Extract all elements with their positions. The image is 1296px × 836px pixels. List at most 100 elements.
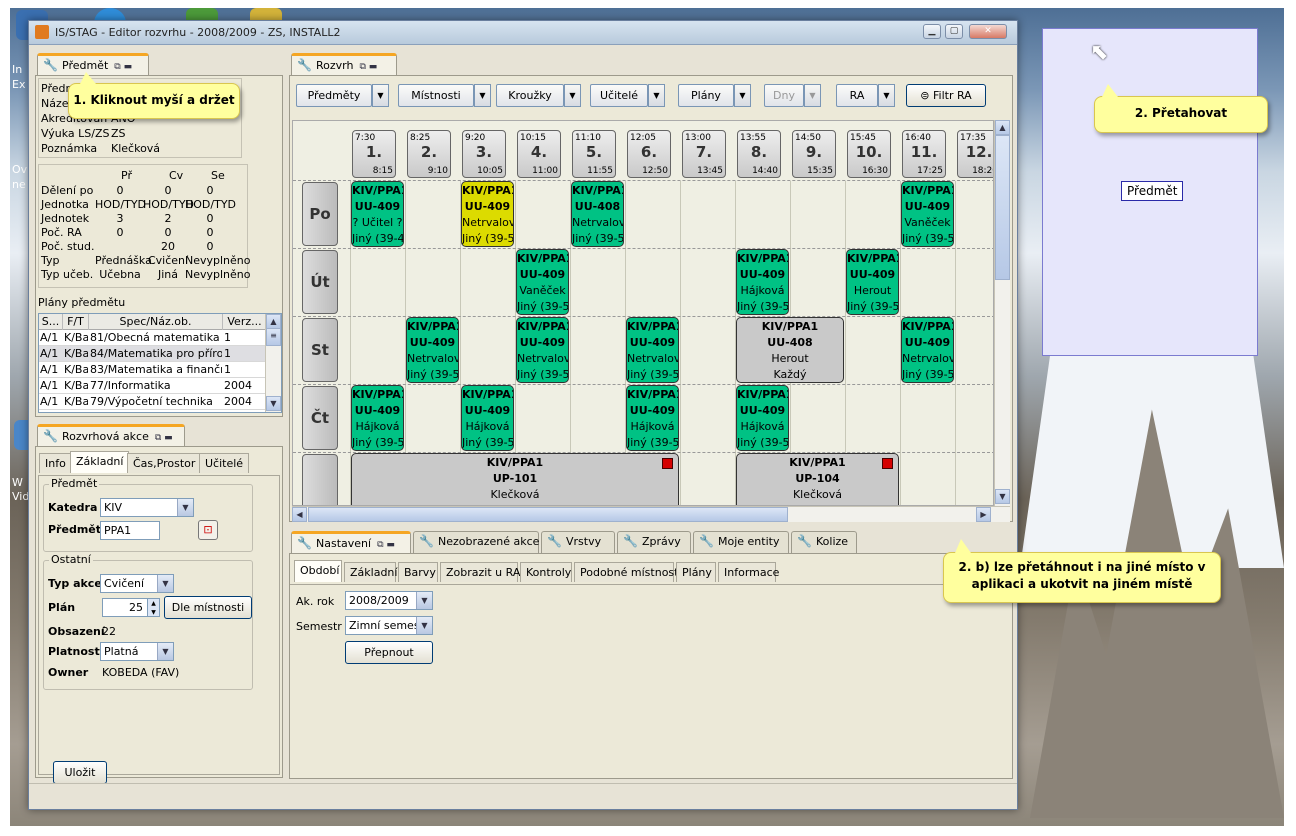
chevron-down-icon[interactable]: ▼ (878, 84, 895, 107)
toolbar-mistnosti-button[interactable]: Místnosti ▼ (398, 84, 491, 107)
subtab-ucitele[interactable]: Učitelé (199, 453, 250, 473)
subtab-0[interactable]: Období (294, 560, 342, 582)
schedule-hscroll[interactable]: ◀ ▶ (292, 506, 1010, 522)
schedule-event[interactable]: KIV/PPA1 UU-409 Netrvalová Jiný (39-50) (461, 181, 514, 247)
schedule-event[interactable]: KIV/PPA1 UU-409 Vaněček Jiný (39-50) (901, 181, 954, 247)
time-slot-header[interactable]: 12:05 6. 12:50 (627, 130, 671, 178)
undock-icon[interactable]: ⧉ ▬ (114, 62, 132, 72)
schedule-event[interactable]: KIV/PPA1 UU-408 Netrvalová Jiný (39-50) (571, 181, 624, 247)
ak-rok-select[interactable]: 2008/2009 ▼ (345, 591, 433, 610)
subtab-info[interactable]: Info (39, 453, 72, 473)
prepnout-button[interactable]: Přepnout (345, 641, 433, 664)
subtab-zakladni[interactable]: Základní (70, 451, 130, 473)
time-slot-header[interactable]: 16:40 11. 17:25 (902, 130, 946, 178)
tab-nezobrazene-akce[interactable]: 🔧 Nezobrazené akce (413, 531, 539, 553)
time-slot-header[interactable]: 10:15 4. 11:00 (517, 130, 561, 178)
subtab-1[interactable]: Základní (344, 562, 397, 582)
schedule-event[interactable]: KIV/PPA1 UU-409 Vaněček Jiný (39-50) (516, 249, 569, 315)
day-header[interactable]: Čt (302, 386, 338, 450)
chevron-down-icon[interactable]: ▼ (564, 84, 581, 107)
tab-rozvrh[interactable]: 🔧 Rozvrh ⧉ ▬ (291, 53, 397, 75)
schedule-event[interactable]: KIV/PPA1 UU-408 Herout Každý (736, 317, 844, 383)
schedule-event[interactable]: KIV/PPA1 UU-409 Netrvalová Jiný (39-50) (901, 317, 954, 383)
table-row[interactable]: A/1 K/Bak81/Obecná matematika 1 (39, 330, 267, 346)
subtab-3[interactable]: Zobrazit u RA (440, 562, 520, 582)
time-slot-header[interactable]: 9:20 3. 10:05 (462, 130, 506, 178)
time-slot-header[interactable]: 8:25 2. 9:10 (407, 130, 451, 178)
tab-nastaveni[interactable]: 🔧 Nastavení ⧉ ▬ (291, 531, 411, 553)
plan-spinner[interactable]: 25 (102, 598, 148, 617)
scroll-down-icon[interactable]: ▼ (266, 396, 281, 411)
schedule-event[interactable]: KIV/PPA1 UP-104 Klečková (736, 453, 899, 505)
toolbar-krouzky-button[interactable]: Kroužky ▼ (496, 84, 581, 107)
time-slot-header[interactable]: 17:3512. 18:20 (957, 130, 993, 178)
schedule-grid[interactable]: 7:30 1. 8:15 8:25 2. 9:10 9:20 3. 10:05 10:15 4. 11… (292, 120, 994, 506)
chevron-down-icon[interactable]: ▼ (734, 84, 751, 107)
subtab-2[interactable]: Barvy (398, 562, 438, 582)
table-row[interactable]: A/1 K/Bak84/Matematika pro příro...1 (39, 346, 267, 362)
time-slot-header[interactable]: 13:55 8. 14:40 (737, 130, 781, 178)
tab-rozvrhova-akce[interactable]: 🔧 Rozvrhová akce ⧉ ▬ (37, 424, 185, 446)
plans-table[interactable]: S...F/TSpec/Náz.ob.Verz...A/1K/Bak81/Obe… (38, 313, 282, 413)
time-slot-header[interactable]: 7:30 1. 8:15 (352, 130, 396, 178)
toolbar-predmety-button[interactable]: Předměty ▼ (296, 84, 389, 107)
chevron-down-icon[interactable]: ▼ (804, 84, 821, 107)
toolbar-plany-button[interactable]: Plány ▼ (678, 84, 751, 107)
plans-scrollbar[interactable]: ▲ ≡ ▼ (265, 314, 281, 412)
schedule-event[interactable]: KIV/PPA1 UU-409 Netrvalová Jiný (39-50) (626, 317, 679, 383)
plans-column-header[interactable]: F/T (63, 314, 89, 330)
tab-vrstvy[interactable]: 🔧 Vrstvy (541, 531, 615, 553)
plans-column-header[interactable]: Verz... (223, 314, 267, 330)
schedule-event[interactable]: KIV/PPA1 UU-409 Hájková Jiný (39-50) (736, 385, 789, 451)
time-slot-header[interactable]: 11:10 5. 11:55 (572, 130, 616, 178)
schedule-event[interactable]: KIV/PPA1 UU-409 Netrvalová Jiný (39-50) (516, 317, 569, 383)
chevron-down-icon[interactable]: ▼ (474, 84, 491, 107)
toolbar-ra-button[interactable]: RA ▼ (836, 84, 895, 107)
filtr-ra-button[interactable]: ⊜ Filtr RA (906, 84, 986, 107)
scroll-up-icon[interactable]: ▲ (995, 120, 1010, 135)
schedule-event[interactable]: KIV/PPA1 UP-101 Klečková (351, 453, 679, 505)
day-header[interactable]: Po (302, 182, 338, 246)
title-bar[interactable]: IS/STAG - Editor rozvrhu - 2008/2009 - Z… (29, 21, 1017, 45)
dle-mistnosti-button[interactable]: Dle místnosti (164, 596, 252, 619)
pick-icon[interactable]: ⊡ (198, 520, 218, 540)
platnost-select[interactable]: Platná ▼ (100, 642, 174, 661)
spinner-arrows-icon[interactable]: ▲ ▼ (147, 598, 160, 617)
scroll-thumb[interactable] (995, 135, 1010, 280)
semestr-select[interactable]: Zimní semestr ▼ (345, 616, 433, 635)
subtab-7[interactable]: Informace (718, 562, 779, 582)
day-header[interactable] (302, 454, 338, 505)
time-slot-header[interactable]: 14:50 9. 15:35 (792, 130, 836, 178)
minimize-button[interactable]: ▁ (923, 24, 941, 39)
predmet-input[interactable]: PPA1 (100, 521, 160, 540)
time-slot-header[interactable]: 13:00 7. 13:45 (682, 130, 726, 178)
tab-moje-entity[interactable]: 🔧 Moje entity (693, 531, 789, 553)
schedule-event[interactable]: KIV/PPA1 UU-409 Hájková Jiný (39-50) (351, 385, 404, 451)
subtab-6[interactable]: Plány (676, 562, 716, 582)
schedule-event[interactable]: KIV/PPA1 UU-409 ? Učitel ? Jiný (39-49) (351, 181, 404, 247)
schedule-event[interactable]: KIV/PPA1 UU-409 Netrvalová Jiný (39-50) (406, 317, 459, 383)
day-header[interactable]: St (302, 318, 338, 382)
table-row[interactable]: A/1 K/Bak83/Matematika a finanční...1 (39, 362, 267, 378)
plans-column-header[interactable]: Spec/Náz.ob. (89, 314, 223, 330)
undock-icon[interactable]: ⧉ ▬ (155, 433, 173, 443)
schedule-event[interactable]: KIV/PPA1 UU-409 Herout Jiný (39-50) (846, 249, 899, 315)
chevron-down-icon[interactable]: ▼ (372, 84, 389, 107)
scroll-up-icon[interactable]: ▲ (266, 314, 281, 329)
scroll-thumb[interactable]: ≡ (266, 328, 281, 346)
scroll-down-icon[interactable]: ▼ (995, 489, 1010, 504)
undock-icon[interactable]: ⧉ ▬ (377, 540, 395, 550)
typ-akce-select[interactable]: Cvičení ▼ (100, 574, 174, 593)
katedra-select[interactable]: KIV ▼ (100, 498, 194, 517)
schedule-event[interactable]: KIV/PPA1 UU-409 Hájková Jiný (39-50) (461, 385, 514, 451)
scroll-left-icon[interactable]: ◀ (292, 507, 307, 522)
schedule-event[interactable]: KIV/PPA1 UU-409 Hájková Jiný (39-50) (626, 385, 679, 451)
schedule-vscroll[interactable]: ▲ ▼ (994, 120, 1010, 506)
plans-column-header[interactable]: S... (39, 314, 63, 330)
subtab-cas-prostor[interactable]: Čas,Prostor (127, 453, 202, 473)
undock-icon[interactable]: ⧉ ▬ (359, 62, 377, 72)
table-row[interactable]: A/1 K/Bak79/Výpočetní technika 2004 (39, 394, 267, 410)
tab-kolize[interactable]: 🔧 Kolize (791, 531, 857, 553)
close-button[interactable]: ✕ (969, 24, 1007, 39)
day-header[interactable]: Út (302, 250, 338, 314)
